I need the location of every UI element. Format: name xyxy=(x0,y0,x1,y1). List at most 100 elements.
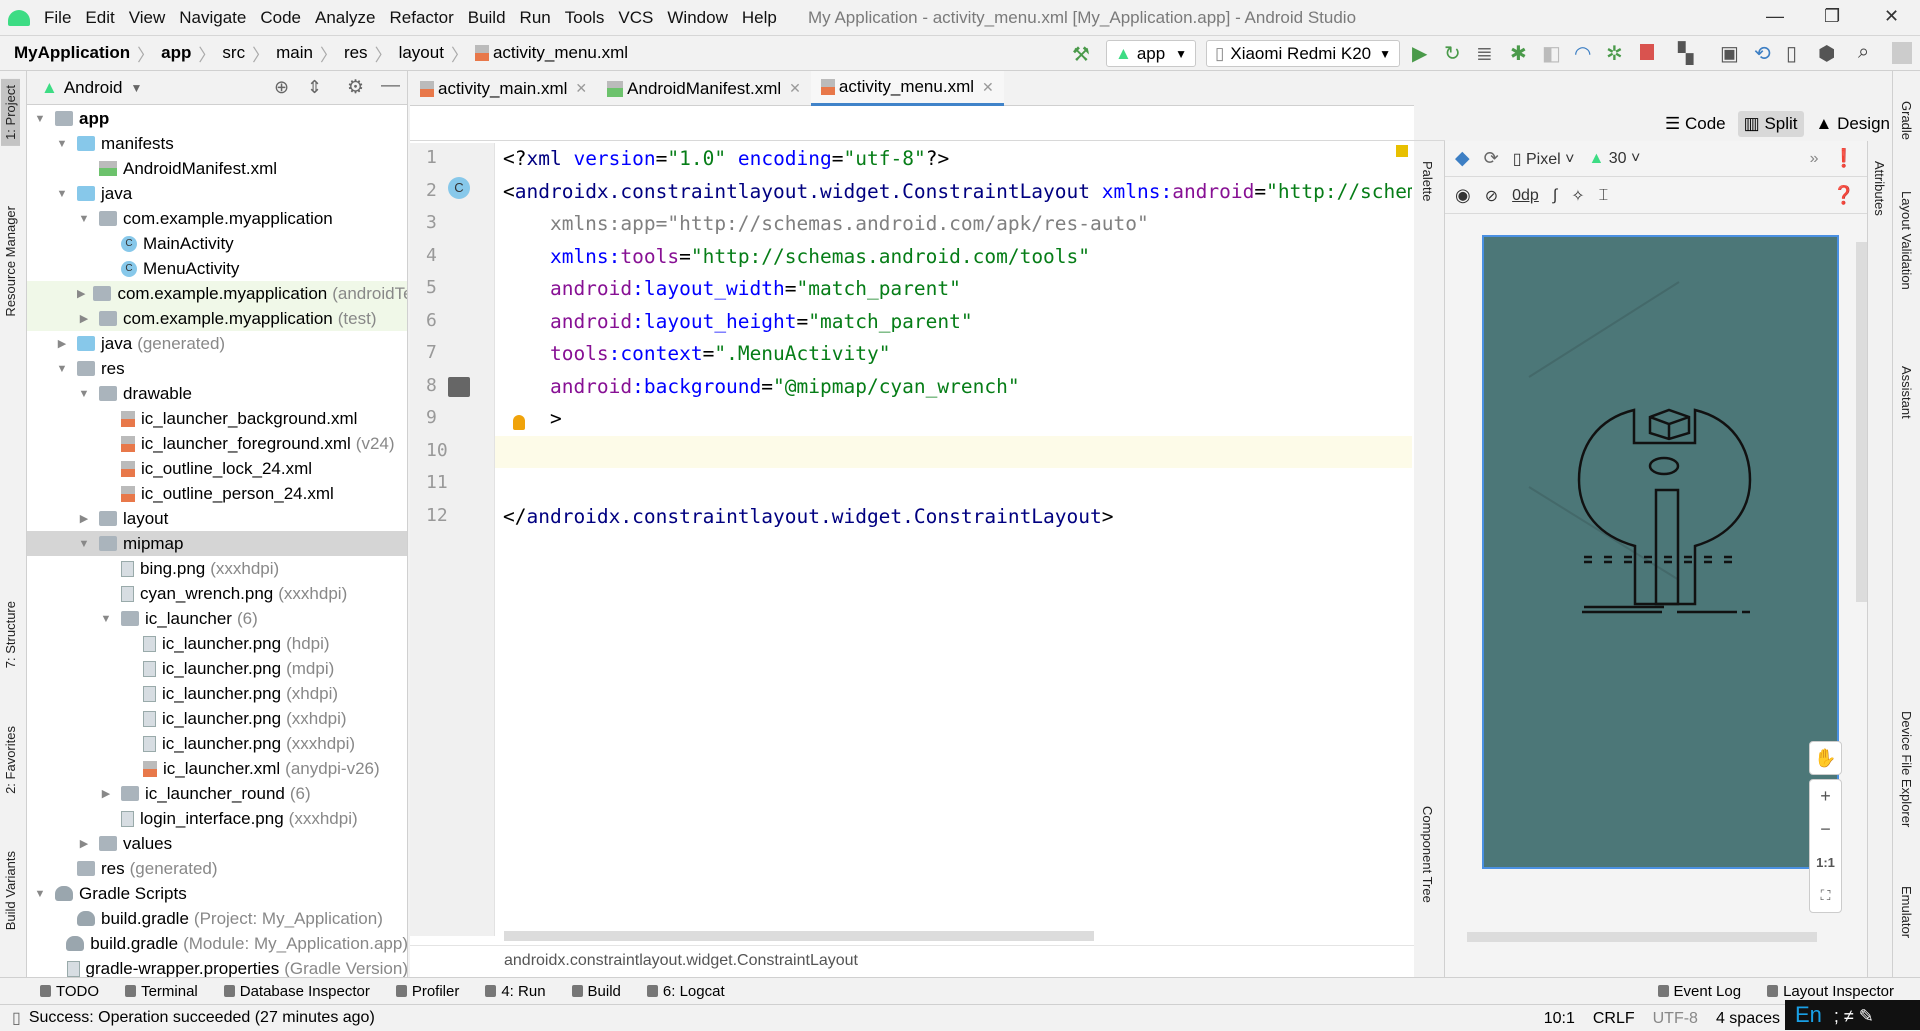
class-gutter-icon[interactable]: C xyxy=(448,177,470,199)
breadcrumb-item[interactable]: MyApplication xyxy=(14,43,130,63)
profile-icon[interactable]: ◠ xyxy=(1574,41,1591,66)
expanded-arrow-icon[interactable]: ▼ xyxy=(99,613,113,625)
close-button[interactable]: ✕ xyxy=(1884,6,1899,27)
expanded-arrow-icon[interactable]: ▼ xyxy=(33,888,47,900)
code-line[interactable]: </androidx.constraintlayout.widget.Const… xyxy=(503,501,1114,533)
tool-window-6-logcat[interactable]: 6: Logcat xyxy=(646,983,725,1000)
run-icon[interactable]: ▶ xyxy=(1412,41,1427,66)
breadcrumb-item[interactable]: src xyxy=(222,43,245,63)
tool-tab-attributes[interactable]: Attributes xyxy=(1872,161,1887,216)
tree-item[interactable]: res (generated) xyxy=(27,856,407,881)
expanded-arrow-icon[interactable]: ▼ xyxy=(77,388,91,400)
tree-item[interactable]: ▼ Gradle Scripts xyxy=(27,881,407,906)
collapsed-arrow-icon[interactable]: ▶ xyxy=(99,787,113,800)
tree-item[interactable]: ic_launcher.png (xxxhdpi) xyxy=(27,731,407,756)
tool-tab-assistant[interactable]: Assistant xyxy=(1899,366,1914,419)
zoom-in-button[interactable]: + xyxy=(1810,780,1841,813)
tree-item[interactable]: login_interface.png (xxxhdpi) xyxy=(27,806,407,831)
collapsed-arrow-icon[interactable]: ▶ xyxy=(77,512,91,525)
code-line[interactable]: android:background="@mipmap/cyan_wrench" xyxy=(503,371,1020,403)
menu-code[interactable]: Code xyxy=(260,8,301,28)
menu-file[interactable]: File xyxy=(44,8,71,28)
mode-design-button[interactable]: ▲ Design xyxy=(1810,111,1896,137)
project-view-dropdown[interactable]: Android xyxy=(64,78,123,98)
tool-tab-layout-validation[interactable]: Layout Validation xyxy=(1899,191,1914,290)
collapsed-arrow-icon[interactable]: ▶ xyxy=(77,287,85,300)
file-encoding[interactable]: UTF-8 xyxy=(1653,1010,1698,1028)
tab-activity-main-xml[interactable]: activity_main.xml ✕ xyxy=(410,71,597,106)
expanded-arrow-icon[interactable]: ▼ xyxy=(33,113,47,125)
menu-analyze[interactable]: Analyze xyxy=(315,8,375,28)
tree-item[interactable]: ▼ manifests xyxy=(27,131,407,156)
menu-build[interactable]: Build xyxy=(468,8,506,28)
tree-item[interactable]: ic_launcher.png (mdpi) xyxy=(27,656,407,681)
caret-position[interactable]: 10:1 xyxy=(1544,1010,1575,1028)
code-line[interactable]: <?xml version="1.0" encoding="utf-8"?> xyxy=(503,143,949,175)
zoom-actual-size-button[interactable]: 1:1 xyxy=(1810,846,1841,879)
close-tab-icon[interactable]: ✕ xyxy=(789,80,801,97)
sync-project-icon[interactable]: ▚ xyxy=(1678,41,1693,66)
tree-item[interactable]: ▼ drawable xyxy=(27,381,407,406)
status-toggle-icon[interactable]: ▯ xyxy=(12,1008,21,1028)
zoom-fit-button[interactable]: ⛶ xyxy=(1810,879,1841,912)
apply-code-changes-icon[interactable]: ≣ xyxy=(1476,41,1493,66)
mode-code-button[interactable]: ☰ Code xyxy=(1659,111,1732,137)
tree-item[interactable]: ▼ mipmap xyxy=(27,531,407,556)
collapsed-arrow-icon[interactable]: ▶ xyxy=(55,337,69,350)
chevron-down-icon[interactable]: ▼ xyxy=(130,81,142,95)
tree-item[interactable]: ▼ res xyxy=(27,356,407,381)
code-line[interactable]: xmlns:tools="http://schemas.android.com/… xyxy=(503,241,1090,273)
code-line[interactable]: android:layout_height="match_parent" xyxy=(503,306,973,338)
locate-icon[interactable]: ⊕ xyxy=(274,77,289,98)
menu-window[interactable]: Window xyxy=(667,8,727,28)
expanded-arrow-icon[interactable]: ▼ xyxy=(55,188,69,200)
menu-refactor[interactable]: Refactor xyxy=(389,8,453,28)
default-margin-button[interactable]: 0dp xyxy=(1512,187,1539,205)
tree-item[interactable]: cyan_wrench.png (xxxhdpi) xyxy=(27,581,407,606)
device-selector[interactable]: ▯ Pixel ˅ xyxy=(1513,149,1575,169)
zoom-out-button[interactable]: − xyxy=(1810,813,1841,846)
expanded-arrow-icon[interactable]: ▼ xyxy=(55,138,69,150)
collapsed-arrow-icon[interactable]: ▶ xyxy=(77,312,91,325)
tab-activity-menu-xml[interactable]: activity_menu.xml ✕ xyxy=(810,71,1004,106)
tree-item[interactable]: build.gradle (Project: My_Application) xyxy=(27,906,407,931)
code-line[interactable]: xmlns:app="http://schemas.android.com/ap… xyxy=(503,208,1149,240)
collapsed-arrow-icon[interactable]: ▶ xyxy=(77,837,91,850)
gear-icon[interactable]: ⚙ xyxy=(347,76,364,99)
code-line[interactable]: tools:context=".MenuActivity" xyxy=(503,338,891,370)
collapse-all-icon[interactable]: ⇕ xyxy=(307,77,322,98)
tree-item[interactable]: ic_launcher_foreground.xml (v24) xyxy=(27,431,407,456)
tree-item[interactable]: build.gradle (Module: My_Application.app) xyxy=(27,931,407,956)
tree-item[interactable]: AndroidManifest.xml xyxy=(27,156,407,181)
tree-item[interactable]: bing.png (xxxhdpi) xyxy=(27,556,407,581)
tab-androidmanifest-xml[interactable]: AndroidManifest.xml ✕ xyxy=(597,71,811,106)
error-icon[interactable]: ❗ xyxy=(1833,148,1855,169)
tool-tab-emulator[interactable]: Emulator xyxy=(1899,886,1914,938)
tree-item[interactable]: ic_launcher.png (hdpi) xyxy=(27,631,407,656)
breadcrumb-item[interactable]: app xyxy=(161,43,191,63)
editor-breadcrumb[interactable]: androidx.constraintlayout.widget.Constra… xyxy=(410,945,1414,975)
tree-item[interactable]: ▼ app xyxy=(27,106,407,131)
close-tab-icon[interactable]: ✕ xyxy=(575,80,587,97)
menu-run[interactable]: Run xyxy=(520,8,551,28)
tree-item[interactable]: ▶ ic_launcher_round (6) xyxy=(27,781,407,806)
attach-debugger-icon[interactable]: ◧ xyxy=(1542,41,1561,66)
clear-constraints-icon[interactable]: ∫ xyxy=(1553,187,1557,205)
attach-process-icon[interactable]: ✲ xyxy=(1606,41,1623,66)
tree-item[interactable]: ▼ java xyxy=(27,181,407,206)
menu-view[interactable]: View xyxy=(129,8,166,28)
tool-tab-build-variants[interactable]: Build Variants xyxy=(3,851,18,930)
tool-window-todo[interactable]: TODO xyxy=(40,983,99,1000)
tree-item[interactable]: C MainActivity xyxy=(27,231,407,256)
api-selector[interactable]: ▲ 30 ˅ xyxy=(1588,150,1640,168)
menu-vcs[interactable]: VCS xyxy=(618,8,653,28)
image-preview-gutter-icon[interactable] xyxy=(448,377,470,397)
search-icon[interactable]: ⌕ xyxy=(1858,41,1869,64)
tool-window-build[interactable]: Build xyxy=(571,983,621,1000)
tree-item[interactable]: C MenuActivity xyxy=(27,256,407,281)
breadcrumb-item[interactable]: main xyxy=(276,43,313,63)
ime-indicator[interactable]: En; ≠ ✎ xyxy=(1785,1000,1920,1030)
menu-navigate[interactable]: Navigate xyxy=(179,8,246,28)
tool-tab-gradle[interactable]: Gradle xyxy=(1899,101,1914,140)
align-icon[interactable]: ⌶ xyxy=(1599,187,1609,205)
